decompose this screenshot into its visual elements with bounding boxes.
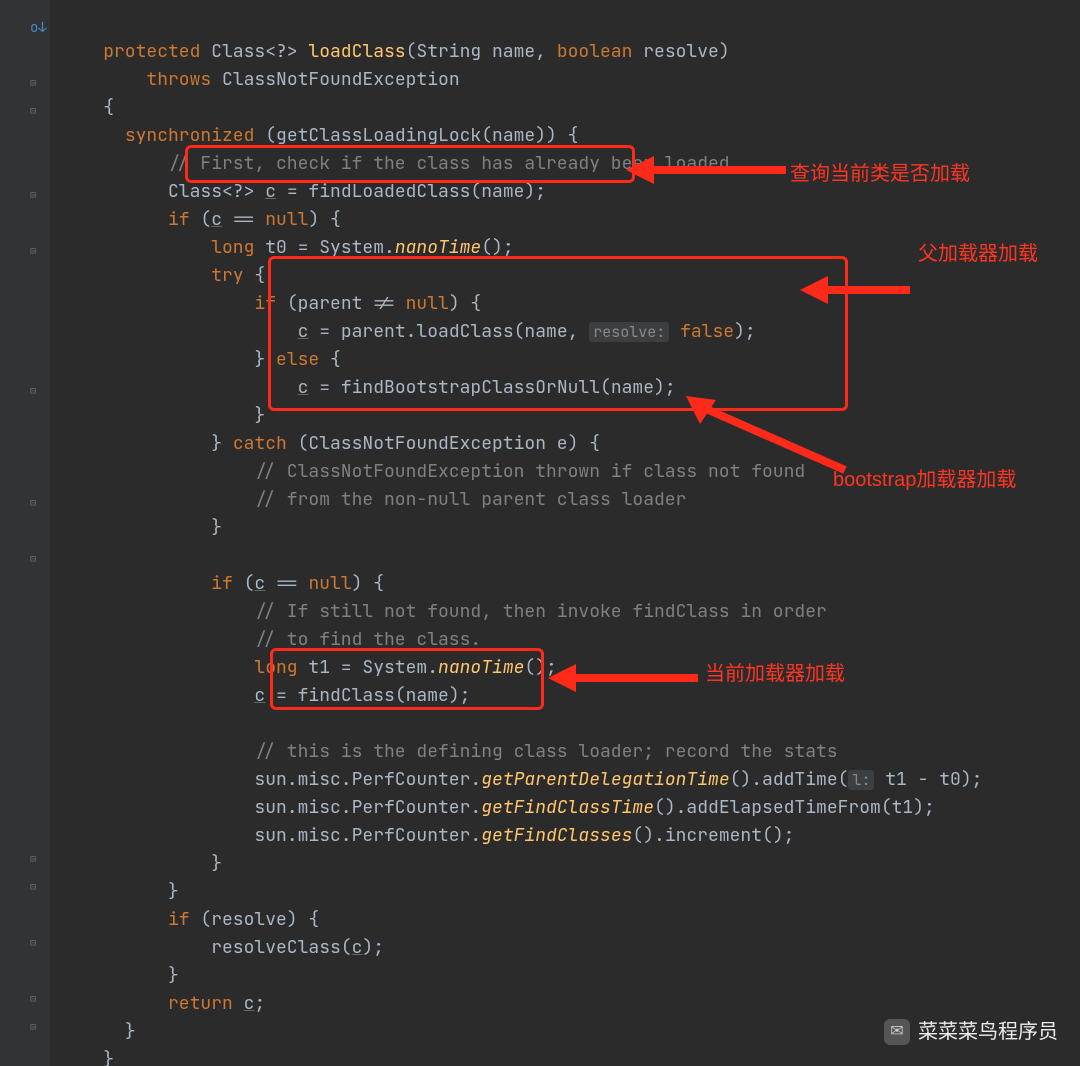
code-line: // to find the class. (60, 628, 481, 651)
code-line: // this is the defining class loader; re… (60, 740, 838, 763)
code-line: } (60, 852, 222, 875)
code-line: } (60, 404, 265, 427)
code-line (60, 712, 71, 735)
annotation-label: 父加载器加载 (918, 240, 1038, 268)
param-hint: resolve: (589, 322, 669, 342)
code-line: // If still not found, then invoke findC… (60, 600, 827, 623)
watermark-text: 菜菜菜鸟程序员 (918, 1018, 1058, 1046)
code-line: } (60, 1048, 114, 1066)
code-line: // ClassNotFoundException thrown if clas… (60, 460, 805, 483)
code-line: try { (60, 264, 265, 287)
code-line: if (c == null) { (60, 572, 384, 595)
code-line: protected Class<?> loadClass(String name… (60, 40, 730, 63)
annotation-label: bootstrap加载器加载 (833, 466, 1016, 494)
code-line: c = findBootstrapClassOrNull(name); (60, 376, 676, 399)
code-line: c = parent.loadClass(name, resolve: fals… (60, 320, 756, 343)
code-line: if (c == null) { (60, 208, 341, 231)
fold-icon[interactable]: ⊟ (30, 181, 36, 209)
fold-icon[interactable]: ⊟ (30, 873, 36, 901)
code-line: throws ClassNotFoundException (60, 68, 460, 91)
fold-icon[interactable]: ⊟ (30, 985, 36, 1013)
annotation-label: 当前加载器加载 (705, 660, 845, 688)
code-line: long t1 = System.nanoTime(); (60, 656, 557, 679)
wechat-icon: ✉ (884, 1019, 910, 1045)
editor-gutter: o↓ ⊟ ⊟ ⊟ ⊟ ⊟ ⊟ ⊟ ⊟ ⊟ ⊟ ⊟ ⊟ (0, 0, 50, 1066)
fold-icon[interactable]: ⊟ (30, 377, 36, 405)
code-line: synchronized (getClassLoadingLock(name))… (60, 124, 578, 147)
fold-icon[interactable]: ⊟ (30, 545, 36, 573)
fold-icon[interactable]: ⊟ (30, 845, 36, 873)
code-line: if (parent != null) { (60, 292, 481, 315)
fold-icon[interactable]: ⊟ (30, 237, 36, 265)
fold-icon[interactable]: ⊟ (30, 69, 36, 97)
override-icon: o↓ (30, 14, 47, 42)
fold-icon[interactable]: ⊟ (30, 97, 36, 125)
code-line: sun.misc.PerfCounter.getParentDelegation… (60, 768, 982, 791)
code-line: long t0 = System.nanoTime(); (60, 236, 514, 259)
code-line: } catch (ClassNotFoundException e) { (60, 432, 600, 455)
fold-icon[interactable]: ⊟ (30, 929, 36, 957)
code-line: } (60, 964, 179, 987)
code-line: c = findClass(name); (60, 684, 470, 707)
param-hint: l: (848, 770, 874, 790)
code-line: } else { (60, 348, 341, 371)
code-line: // from the non-null parent class loader (60, 488, 686, 511)
code-line: { (60, 96, 114, 119)
code-line: if (resolve) { (60, 908, 319, 931)
fold-icon[interactable]: ⊟ (30, 1013, 36, 1041)
code-line: Class<?> c = findLoadedClass(name); (60, 180, 546, 203)
code-line: } (60, 1020, 136, 1043)
code-line: } (60, 880, 179, 903)
code-line (60, 544, 71, 567)
annotation-label: 查询当前类是否加载 (790, 160, 970, 188)
watermark: ✉ 菜菜菜鸟程序员 (884, 1018, 1058, 1046)
code-line: // First, check if the class has already… (60, 152, 730, 175)
code-line: resolveClass(c); (60, 936, 384, 959)
code-line: return c; (60, 992, 265, 1015)
fold-icon[interactable]: ⊟ (30, 489, 36, 517)
code-editor: o↓ ⊟ ⊟ ⊟ ⊟ ⊟ ⊟ ⊟ ⊟ ⊟ ⊟ ⊟ ⊟ protected Cla… (0, 0, 1080, 1066)
code-line: } (60, 516, 222, 539)
code-line: sun.misc.PerfCounter.getFindClasses().in… (60, 824, 794, 847)
code-line: sun.misc.PerfCounter.getFindClassTime().… (60, 796, 935, 819)
